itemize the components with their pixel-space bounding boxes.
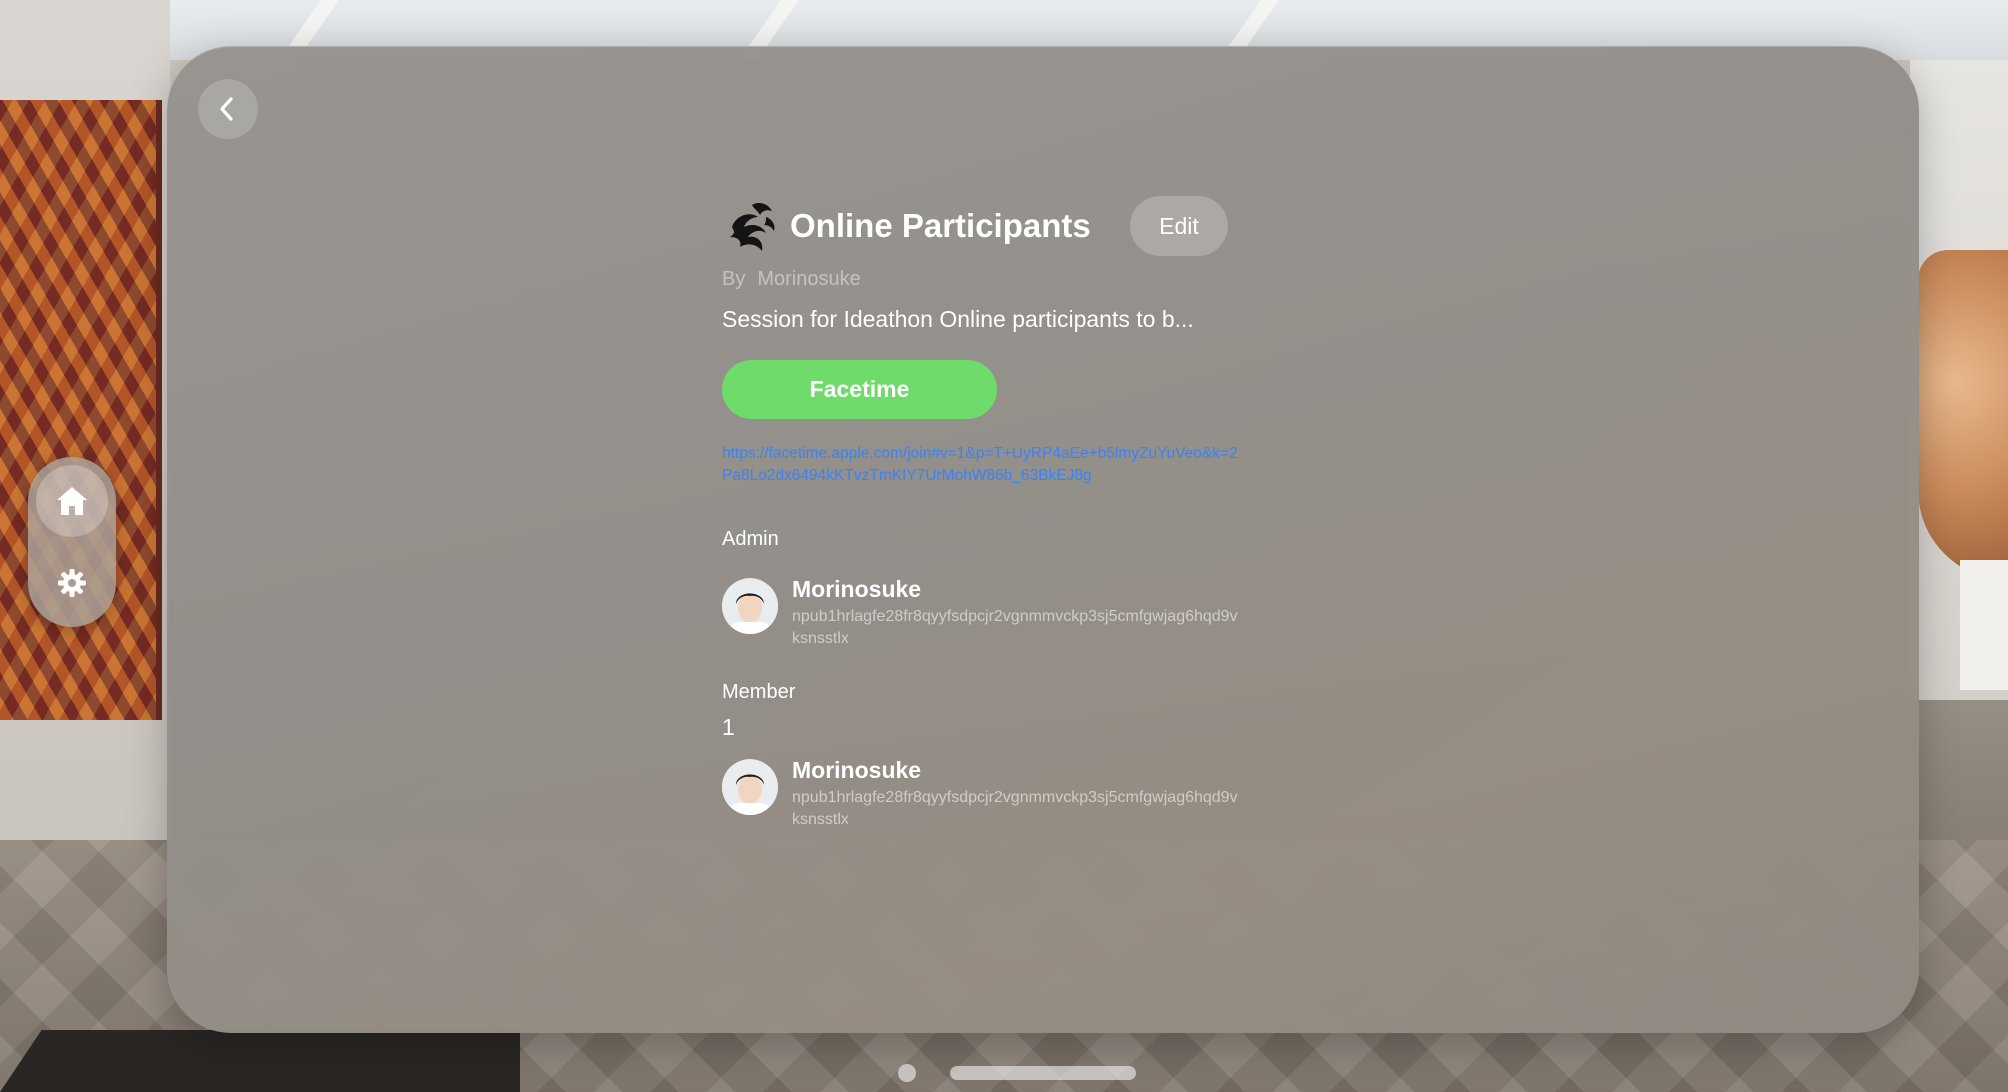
admin-section-label: Admin bbox=[722, 528, 779, 550]
environment-painting bbox=[0, 100, 162, 720]
environment-plinth bbox=[1960, 560, 2008, 690]
admin-public-key: npub1hrlagfe28fr8qyyfsdpcjr2vgnmmvckp3sj… bbox=[792, 608, 1238, 647]
environment-vase bbox=[1918, 250, 2008, 580]
admin-person-row[interactable]: Morinosuke npub1hrlagfe28fr8qyyfsdpcjr2v… bbox=[722, 576, 1242, 656]
avatar bbox=[722, 578, 778, 634]
gear-icon bbox=[58, 569, 86, 597]
avatar bbox=[722, 759, 778, 815]
community-logo-icon bbox=[722, 197, 780, 255]
session-header: Online Participants Edit bbox=[722, 196, 1242, 256]
tab-home[interactable] bbox=[36, 465, 108, 537]
window-grabber-bar[interactable] bbox=[950, 1066, 1136, 1080]
facetime-link[interactable]: https://facetime.apple.com/join#v=1&p=T+… bbox=[722, 443, 1242, 487]
tab-bar-ornament bbox=[28, 457, 116, 627]
member-count: 1 bbox=[722, 714, 735, 740]
session-detail-window bbox=[167, 46, 1919, 1033]
member-public-key: npub1hrlagfe28fr8qyyfsdpcjr2vgnmmvckp3sj… bbox=[792, 789, 1238, 828]
edit-button[interactable]: Edit bbox=[1130, 196, 1228, 256]
session-byline: By Morinosuke bbox=[722, 268, 861, 291]
facetime-button[interactable]: Facetime bbox=[722, 360, 997, 419]
chevron-left-icon bbox=[220, 97, 233, 121]
byline-prefix: By bbox=[722, 268, 746, 290]
byline-author: Morinosuke bbox=[757, 268, 861, 290]
admin-name: Morinosuke bbox=[792, 576, 922, 602]
session-description: Session for Ideathon Online participants… bbox=[722, 306, 1194, 332]
home-icon bbox=[57, 487, 87, 515]
member-person-row[interactable]: Morinosuke npub1hrlagfe28fr8qyyfsdpcjr2v… bbox=[722, 757, 1242, 837]
back-button[interactable] bbox=[198, 79, 258, 139]
member-section-label: Member bbox=[722, 681, 796, 703]
member-name: Morinosuke bbox=[792, 757, 922, 783]
window-close-dot[interactable] bbox=[898, 1064, 916, 1082]
page-title: Online Participants bbox=[790, 207, 1091, 244]
environment-bench bbox=[0, 1030, 520, 1092]
tab-settings[interactable] bbox=[36, 547, 108, 619]
